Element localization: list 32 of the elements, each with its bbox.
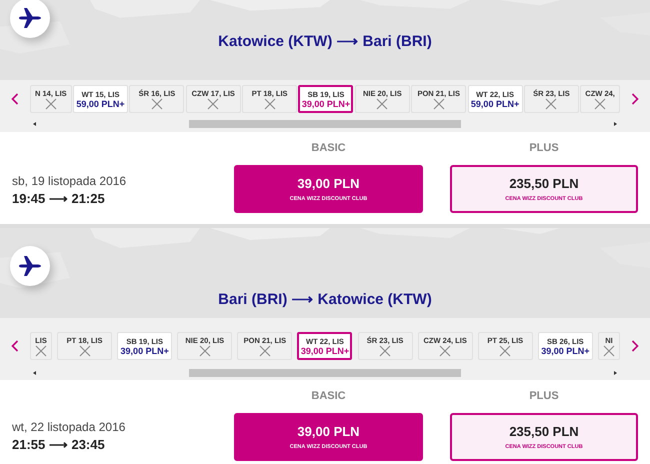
cross-icon — [376, 98, 388, 110]
cross-icon — [432, 98, 445, 110]
fare-name: PLUS — [529, 142, 559, 154]
cross-icon — [545, 98, 558, 110]
fare-name: BASIC — [311, 390, 346, 402]
chevron-left-icon — [11, 93, 19, 105]
cross-icon — [44, 98, 57, 110]
route-title: Katowice (KTW) ⟶ Bari (BRI) — [218, 32, 432, 50]
cross-icon — [264, 98, 276, 110]
cross-icon — [499, 344, 512, 356]
cross-icon — [78, 344, 91, 356]
cross-icon — [602, 344, 615, 356]
plane-icon — [18, 255, 42, 277]
cross-icon — [379, 344, 392, 356]
cross-icon — [439, 344, 452, 356]
flight-times: 21:55 ⟶ 23:45 — [12, 437, 106, 452]
route-title: Bari (BRI) ⟶ Katowice (KTW) — [218, 290, 432, 308]
cross-icon — [594, 98, 606, 110]
cross-icon — [198, 344, 211, 356]
cross-icon — [207, 98, 220, 110]
plane-icon — [18, 7, 42, 29]
fare-name: BASIC — [311, 142, 346, 154]
chevron-right-icon — [631, 93, 639, 105]
flight-times: 19:45 ⟶ 21:25 — [12, 191, 106, 206]
flight-date: sb, 19 listopada 2016 — [12, 174, 128, 188]
chevron-left-icon — [11, 340, 19, 352]
cross-icon — [35, 344, 47, 356]
chevron-right-icon — [631, 340, 639, 352]
fare-name: PLUS — [529, 390, 559, 402]
flight-date: wt, 22 listopada 2016 — [12, 420, 126, 434]
cross-icon — [258, 344, 271, 356]
cross-icon — [150, 98, 163, 110]
